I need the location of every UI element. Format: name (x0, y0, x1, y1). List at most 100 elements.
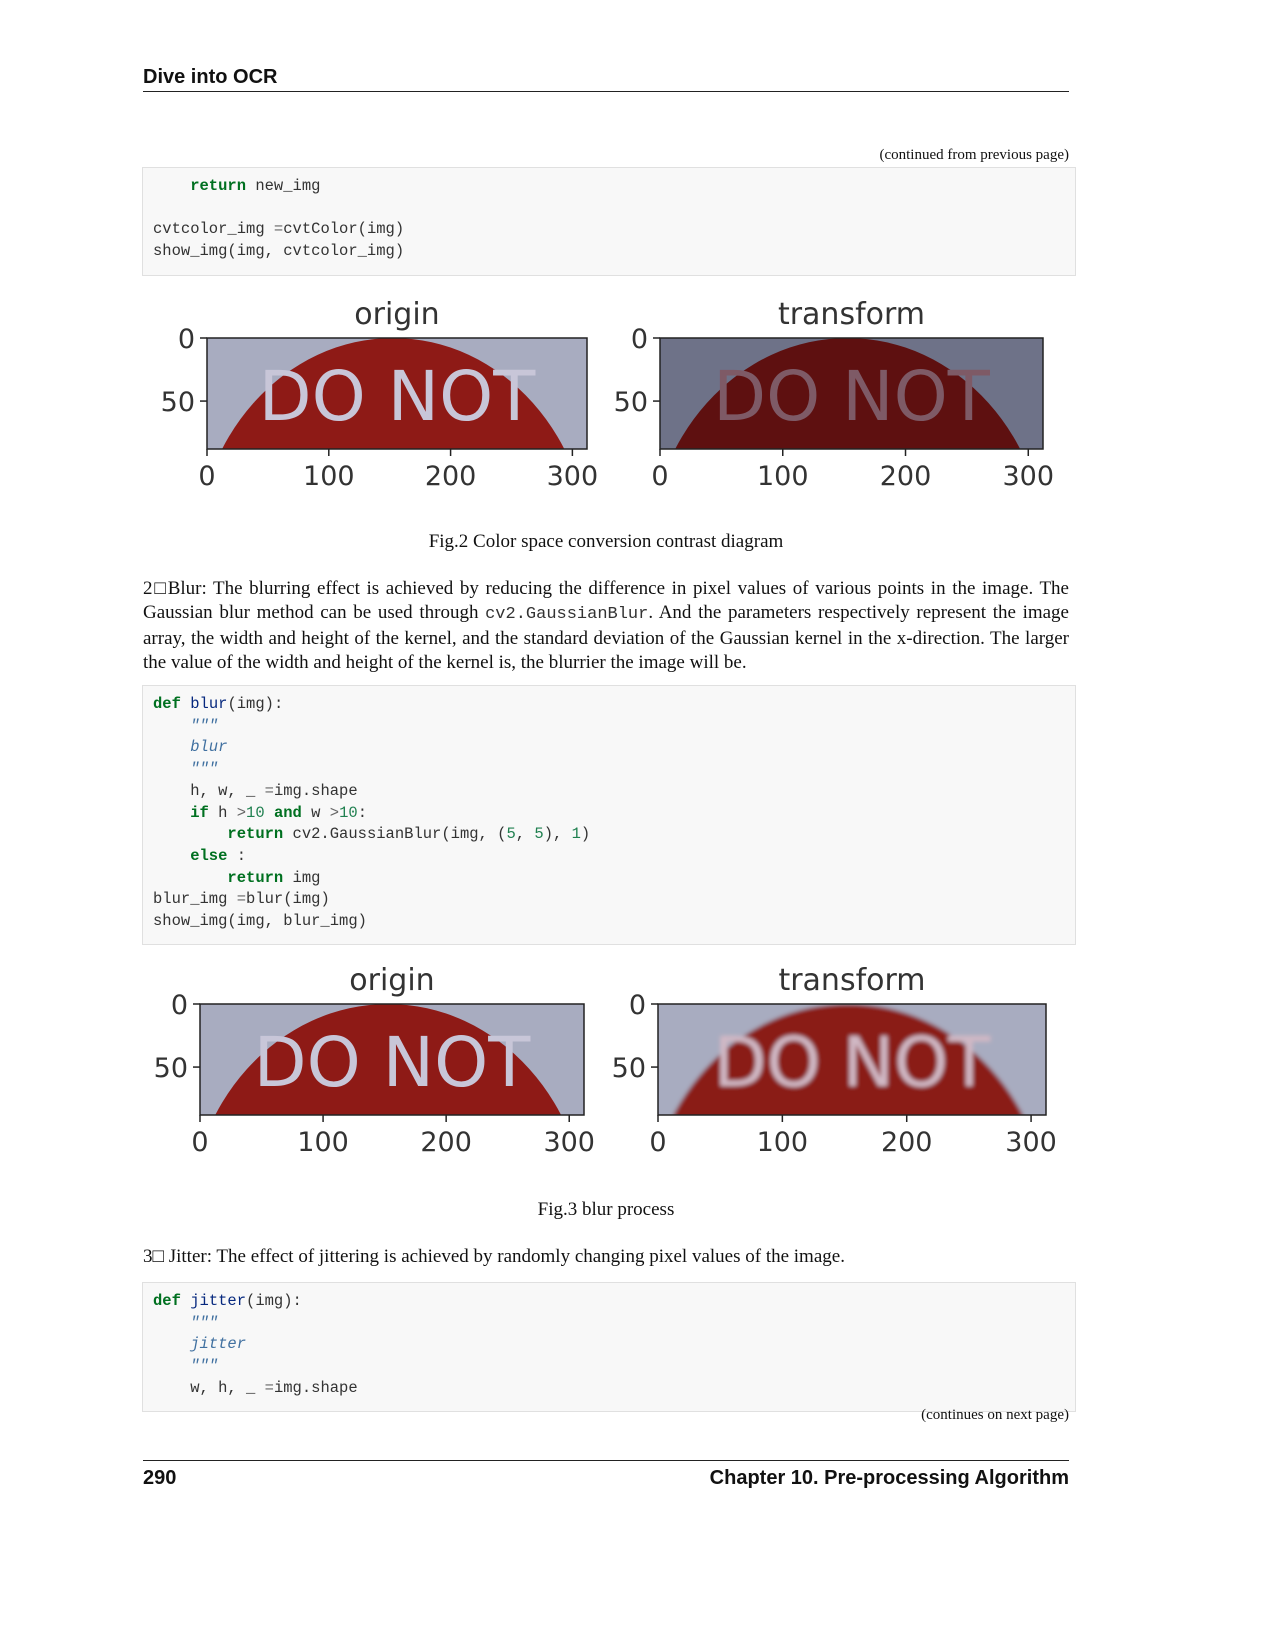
code-block-jitter: def jitter(img): """ jitter """ w, h, _ … (142, 1282, 1076, 1412)
code-token: else (153, 846, 237, 865)
y-tick-label: 0 (171, 990, 188, 1021)
sign-image-content: DO NOT (658, 1004, 1046, 1115)
paragraph-jitter: 3□ Jitter: The effect of jittering is ac… (143, 1246, 845, 1267)
paragraph-blur: 2□Blur: The blurring effect is achieved … (143, 578, 1069, 673)
page-number: 290 (143, 1467, 177, 1489)
x-tick-label: 200 (425, 461, 477, 492)
x-tick-label: 0 (649, 1127, 666, 1158)
plot-panel-transform: DO NOT transform 0 100 200 300 0 50 (612, 963, 1057, 1158)
code-line: show_img(img, blur_img) (153, 911, 1075, 933)
x-tick-label: 100 (757, 461, 809, 492)
continues-note: (continues on next page) (921, 1407, 1069, 1423)
code-token: def (153, 695, 191, 713)
code-token: cv2.GaussianBlur(img, ( (292, 825, 507, 844)
x-tick-label: 300 (1002, 461, 1054, 492)
code-token: jitter (153, 1335, 247, 1354)
code-token: 5 (506, 825, 516, 844)
code-token: blur (190, 695, 228, 713)
sign-image: DO NOT (658, 1004, 1046, 1115)
code-token: blur(img) (246, 890, 330, 909)
code-token: blur_img (153, 890, 237, 909)
code-token: : (357, 803, 368, 822)
code-token: def (153, 1292, 191, 1310)
sign-text: DO NOT (259, 357, 537, 437)
code-token: ), (543, 825, 572, 844)
code-token: img (292, 868, 321, 887)
running-footer: 290 Chapter 10. Pre-processing Algorithm (143, 1460, 1069, 1490)
sign-image-content: DO NOT (207, 338, 587, 449)
x-tick-label: 0 (191, 1127, 208, 1158)
code-line: """ (153, 716, 1075, 738)
code-token: = (273, 220, 284, 239)
code-token: blur (153, 738, 228, 757)
code-token: show_img(img, blur_img) (153, 912, 367, 931)
code-token: cvtcolor_img (153, 220, 274, 239)
code-token: : (236, 846, 247, 865)
code-token: """ (153, 1313, 219, 1332)
plot-title: origin (354, 297, 439, 332)
code-token: = (264, 1378, 274, 1397)
y-tick-label: 50 (612, 1053, 646, 1084)
code-line: """ (153, 1356, 1075, 1378)
figure-caption: Fig.2 Color space conversion contrast di… (428, 531, 784, 552)
y-tick-label: 0 (631, 324, 648, 355)
plot-panel-transform: DO NOT transform 0 100 200 300 0 50 (614, 297, 1054, 492)
sign-text: DO NOT (254, 1023, 532, 1103)
code-line: """ (153, 1313, 1075, 1335)
x-tick-label: 0 (198, 461, 215, 492)
code-token: 5 (534, 825, 544, 844)
code-token: h (218, 803, 237, 822)
x-tick-label: 200 (881, 1127, 933, 1158)
code-token: = (264, 781, 274, 800)
code-token: > (236, 803, 247, 822)
code-token: and (264, 803, 312, 822)
code-token: (img): (246, 1292, 302, 1310)
figure-caption: Fig.3 blur process (537, 1199, 675, 1220)
code-token: w (311, 803, 330, 822)
chapter-title: Chapter 10. Pre-processing Algorithm (709, 1467, 1069, 1489)
code-line: return cv2.GaussianBlur(img, (5, 5), 1) (153, 824, 1075, 846)
code-line: blur (153, 737, 1075, 759)
code-token: 1 (571, 825, 581, 844)
y-tick-label: 50 (154, 1053, 188, 1084)
sign-image: DO NOT (200, 1004, 584, 1115)
plot-title: transform (778, 963, 925, 998)
code-token: return (153, 868, 293, 887)
code-block-cvtcolor: return new_img cvtcolor_img =cvtColor(im… (142, 167, 1076, 276)
code-token: ) (580, 825, 591, 844)
code-token: 10 (339, 803, 358, 822)
x-tick-label: 300 (1005, 1127, 1057, 1158)
y-tick-label: 0 (629, 990, 646, 1021)
code-token: w, h, _ (153, 1378, 265, 1397)
code-token: , (515, 825, 535, 844)
y-tick-label: 50 (614, 387, 648, 418)
sign-image: DO NOT (207, 338, 587, 449)
plot-title: transform (778, 297, 925, 332)
code-line: cvtcolor_img =cvtColor(img) (153, 219, 1075, 241)
code-line: """ (153, 759, 1075, 781)
x-tick-label: 100 (303, 461, 355, 492)
x-tick-label: 200 (420, 1127, 472, 1158)
code-line: blur_img =blur(img) (153, 889, 1075, 911)
x-tick-label: 300 (543, 1127, 595, 1158)
x-tick-label: 100 (757, 1127, 809, 1158)
x-tick-label: 200 (880, 461, 932, 492)
code-line: else : (153, 846, 1075, 868)
x-tick-label: 100 (297, 1127, 349, 1158)
x-tick-label: 300 (547, 461, 599, 492)
code-block-blur: def blur(img): """ blur """ h, w, _ = img… (142, 685, 1076, 945)
document-page: Dive into OCR (continued from previous p… (0, 0, 1275, 1650)
sign-image-content: DO NOT (200, 1004, 584, 1115)
plot-panel-origin: DO NOT origin 0 100 200 300 0 50 (161, 297, 599, 492)
code-line: def jitter(img): (153, 1291, 1075, 1313)
sign-text: DO NOT (714, 1023, 992, 1103)
code-token: cvtColor(img) (283, 220, 405, 239)
code-token: """ (153, 760, 219, 779)
inline-code: cv2.GaussianBlur (485, 605, 649, 624)
plot-title: origin (349, 963, 434, 998)
code-token: """ (153, 716, 219, 735)
code-token: h, w, _ (153, 781, 265, 800)
code-line: return new_img (153, 176, 1075, 198)
code-line: if h >10 and w >10: (153, 803, 1075, 825)
